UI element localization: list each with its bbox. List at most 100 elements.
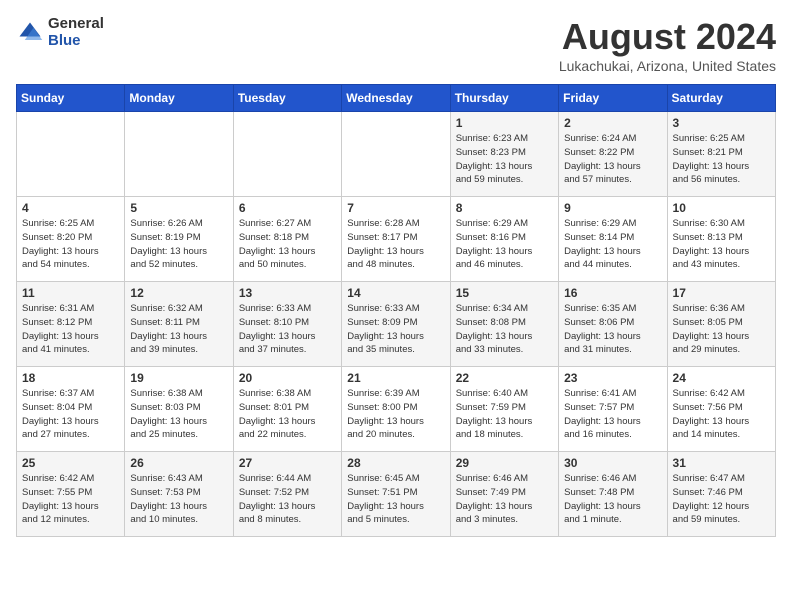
day-number: 2 <box>564 116 661 130</box>
calendar-cell: 17 Sunrise: 6:36 AM Sunset: 8:05 PM Dayli… <box>667 282 775 367</box>
day-info: Sunrise: 6:39 AM Sunset: 8:00 PM Dayligh… <box>347 387 444 442</box>
day-number: 23 <box>564 371 661 385</box>
day-info: Sunrise: 6:24 AM Sunset: 8:22 PM Dayligh… <box>564 132 661 187</box>
day-info: Sunrise: 6:28 AM Sunset: 8:17 PM Dayligh… <box>347 217 444 272</box>
calendar-cell <box>342 112 450 197</box>
day-number: 7 <box>347 201 444 215</box>
page-header: General Blue August 2024 Lukachukai, Ari… <box>16 16 776 74</box>
calendar-cell: 31 Sunrise: 6:47 AM Sunset: 7:46 PM Dayli… <box>667 452 775 537</box>
day-number: 21 <box>347 371 444 385</box>
weekday-header-tuesday: Tuesday <box>233 85 341 112</box>
calendar-cell: 1 Sunrise: 6:23 AM Sunset: 8:23 PM Daylig… <box>450 112 558 197</box>
calendar-table: SundayMondayTuesdayWednesdayThursdayFrid… <box>16 84 776 537</box>
day-number: 17 <box>673 286 770 300</box>
day-number: 25 <box>22 456 119 470</box>
calendar-cell: 30Sunrise: 6:46 AM Sunset: 7:48 PM Dayli… <box>559 452 667 537</box>
logo-text: General Blue <box>48 16 104 49</box>
weekday-header-row: SundayMondayTuesdayWednesdayThursdayFrid… <box>17 85 776 112</box>
calendar-cell: 25 Sunrise: 6:42 AM Sunset: 7:55 PM Dayli… <box>17 452 125 537</box>
day-info: Sunrise: 6:45 AM Sunset: 7:51 PM Dayligh… <box>347 472 444 527</box>
day-info: Sunrise: 6:27 AM Sunset: 8:18 PM Dayligh… <box>239 217 336 272</box>
day-number: 11 <box>22 286 119 300</box>
calendar-cell: 14 Sunrise: 6:33 AM Sunset: 8:09 PM Dayli… <box>342 282 450 367</box>
calendar-cell: 13 Sunrise: 6:33 AM Sunset: 8:10 PM Dayli… <box>233 282 341 367</box>
day-number: 29 <box>456 456 553 470</box>
calendar-cell: 27 Sunrise: 6:44 AM Sunset: 7:52 PM Dayli… <box>233 452 341 537</box>
calendar-cell: 10Sunrise: 6:30 AM Sunset: 8:13 PM Dayli… <box>667 197 775 282</box>
calendar-cell: 9 Sunrise: 6:29 AM Sunset: 8:14 PM Daylig… <box>559 197 667 282</box>
calendar-cell: 7 Sunrise: 6:28 AM Sunset: 8:17 PM Daylig… <box>342 197 450 282</box>
calendar-cell <box>125 112 233 197</box>
day-info: Sunrise: 6:38 AM Sunset: 8:03 PM Dayligh… <box>130 387 227 442</box>
calendar-cell: 6Sunrise: 6:27 AM Sunset: 8:18 PM Daylig… <box>233 197 341 282</box>
calendar-cell: 15 Sunrise: 6:34 AM Sunset: 8:08 PM Dayli… <box>450 282 558 367</box>
day-number: 20 <box>239 371 336 385</box>
weekday-header-saturday: Saturday <box>667 85 775 112</box>
day-number: 10 <box>673 201 770 215</box>
day-number: 16 <box>564 286 661 300</box>
day-number: 26 <box>130 456 227 470</box>
day-info: Sunrise: 6:46 AM Sunset: 7:49 PM Dayligh… <box>456 472 553 527</box>
calendar-cell: 4 Sunrise: 6:25 AM Sunset: 8:20 PM Daylig… <box>17 197 125 282</box>
calendar-cell: 21 Sunrise: 6:39 AM Sunset: 8:00 PM Dayli… <box>342 367 450 452</box>
day-info: Sunrise: 6:29 AM Sunset: 8:14 PM Dayligh… <box>564 217 661 272</box>
day-number: 19 <box>130 371 227 385</box>
weekday-header-friday: Friday <box>559 85 667 112</box>
day-number: 3 <box>673 116 770 130</box>
calendar-week-row: 4 Sunrise: 6:25 AM Sunset: 8:20 PM Daylig… <box>17 197 776 282</box>
day-info: Sunrise: 6:36 AM Sunset: 8:05 PM Dayligh… <box>673 302 770 357</box>
day-info: Sunrise: 6:25 AM Sunset: 8:20 PM Dayligh… <box>22 217 119 272</box>
day-info: Sunrise: 6:38 AM Sunset: 8:01 PM Dayligh… <box>239 387 336 442</box>
day-number: 22 <box>456 371 553 385</box>
location-subtitle: Lukachukai, Arizona, United States <box>559 58 776 74</box>
day-info: Sunrise: 6:29 AM Sunset: 8:16 PM Dayligh… <box>456 217 553 272</box>
day-number: 15 <box>456 286 553 300</box>
day-info: Sunrise: 6:44 AM Sunset: 7:52 PM Dayligh… <box>239 472 336 527</box>
day-info: Sunrise: 6:35 AM Sunset: 8:06 PM Dayligh… <box>564 302 661 357</box>
weekday-header-sunday: Sunday <box>17 85 125 112</box>
day-number: 31 <box>673 456 770 470</box>
logo-blue-text: Blue <box>48 33 104 50</box>
calendar-week-row: 18 Sunrise: 6:37 AM Sunset: 8:04 PM Dayli… <box>17 367 776 452</box>
calendar-cell: 19 Sunrise: 6:38 AM Sunset: 8:03 PM Dayli… <box>125 367 233 452</box>
day-info: Sunrise: 6:33 AM Sunset: 8:10 PM Dayligh… <box>239 302 336 357</box>
day-number: 24 <box>673 371 770 385</box>
logo: General Blue <box>16 16 104 49</box>
day-number: 13 <box>239 286 336 300</box>
calendar-cell: 18 Sunrise: 6:37 AM Sunset: 8:04 PM Dayli… <box>17 367 125 452</box>
calendar-cell: 2 Sunrise: 6:24 AM Sunset: 8:22 PM Daylig… <box>559 112 667 197</box>
day-number: 5 <box>130 201 227 215</box>
day-info: Sunrise: 6:33 AM Sunset: 8:09 PM Dayligh… <box>347 302 444 357</box>
day-number: 18 <box>22 371 119 385</box>
calendar-cell: 29 Sunrise: 6:46 AM Sunset: 7:49 PM Dayli… <box>450 452 558 537</box>
calendar-cell: 12Sunrise: 6:32 AM Sunset: 8:11 PM Dayli… <box>125 282 233 367</box>
day-info: Sunrise: 6:41 AM Sunset: 7:57 PM Dayligh… <box>564 387 661 442</box>
logo-general-text: General <box>48 16 104 33</box>
day-info: Sunrise: 6:37 AM Sunset: 8:04 PM Dayligh… <box>22 387 119 442</box>
calendar-cell: 8 Sunrise: 6:29 AM Sunset: 8:16 PM Daylig… <box>450 197 558 282</box>
day-info: Sunrise: 6:23 AM Sunset: 8:23 PM Dayligh… <box>456 132 553 187</box>
day-info: Sunrise: 6:42 AM Sunset: 7:55 PM Dayligh… <box>22 472 119 527</box>
day-number: 9 <box>564 201 661 215</box>
calendar-week-row: 25 Sunrise: 6:42 AM Sunset: 7:55 PM Dayli… <box>17 452 776 537</box>
day-number: 14 <box>347 286 444 300</box>
day-number: 1 <box>456 116 553 130</box>
day-info: Sunrise: 6:40 AM Sunset: 7:59 PM Dayligh… <box>456 387 553 442</box>
day-info: Sunrise: 6:25 AM Sunset: 8:21 PM Dayligh… <box>673 132 770 187</box>
day-info: Sunrise: 6:47 AM Sunset: 7:46 PM Dayligh… <box>673 472 770 527</box>
title-area: August 2024 Lukachukai, Arizona, United … <box>559 16 776 74</box>
weekday-header-monday: Monday <box>125 85 233 112</box>
day-number: 4 <box>22 201 119 215</box>
day-number: 28 <box>347 456 444 470</box>
day-number: 30 <box>564 456 661 470</box>
calendar-cell: 11Sunrise: 6:31 AM Sunset: 8:12 PM Dayli… <box>17 282 125 367</box>
day-info: Sunrise: 6:34 AM Sunset: 8:08 PM Dayligh… <box>456 302 553 357</box>
month-title: August 2024 <box>559 16 776 58</box>
calendar-cell: 20 Sunrise: 6:38 AM Sunset: 8:01 PM Dayli… <box>233 367 341 452</box>
calendar-cell: 22 Sunrise: 6:40 AM Sunset: 7:59 PM Dayli… <box>450 367 558 452</box>
day-number: 27 <box>239 456 336 470</box>
calendar-cell: 26Sunrise: 6:43 AM Sunset: 7:53 PM Dayli… <box>125 452 233 537</box>
day-number: 8 <box>456 201 553 215</box>
day-info: Sunrise: 6:32 AM Sunset: 8:11 PM Dayligh… <box>130 302 227 357</box>
calendar-week-row: 1 Sunrise: 6:23 AM Sunset: 8:23 PM Daylig… <box>17 112 776 197</box>
